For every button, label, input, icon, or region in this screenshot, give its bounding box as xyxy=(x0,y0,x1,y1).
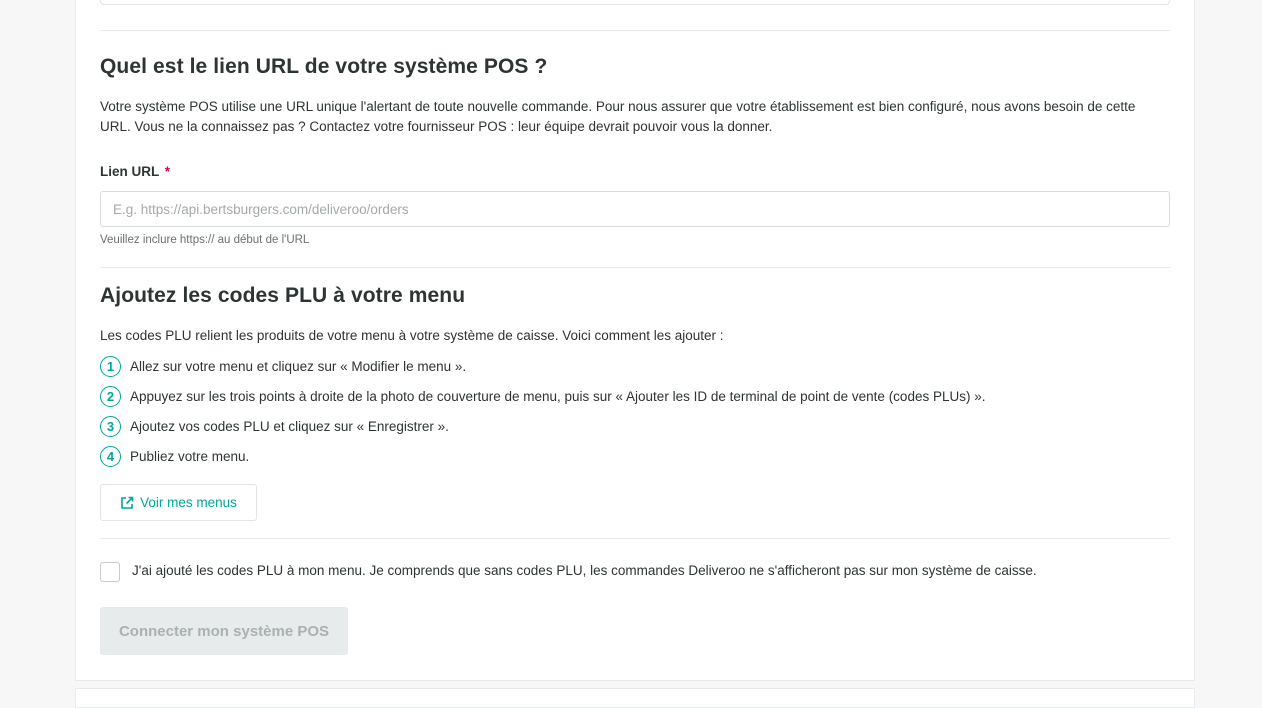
plu-step: 3 Ajoutez vos codes PLU et cliquez sur «… xyxy=(100,415,449,437)
step-number-badge: 2 xyxy=(100,385,121,407)
view-menus-button[interactable]: Voir mes menus xyxy=(100,484,257,521)
pos-setup-card: Quel est le lien URL de votre système PO… xyxy=(75,0,1195,681)
plu-confirmation-label[interactable]: J'ai ajouté les codes PLU à mon menu. Je… xyxy=(132,563,1037,578)
external-link-icon xyxy=(121,496,134,509)
step-text: Allez sur votre menu et cliquez sur « Mo… xyxy=(130,358,467,374)
step-number-badge: 4 xyxy=(100,445,121,467)
plu-confirmation-checkbox[interactable] xyxy=(100,562,120,582)
plu-step: 1 Allez sur votre menu et cliquez sur « … xyxy=(100,355,466,377)
plu-step: 2 Appuyez sur les trois points à droite … xyxy=(100,385,985,407)
step-number-badge: 3 xyxy=(100,415,121,437)
required-marker: * xyxy=(164,164,171,179)
plu-section-title: Ajoutez les codes PLU à votre menu xyxy=(100,284,466,307)
plu-step: 4 Publiez votre menu. xyxy=(100,445,249,467)
section-divider xyxy=(100,30,1170,31)
step-text: Ajoutez vos codes PLU et cliquez sur « E… xyxy=(130,418,449,434)
step-text: Appuyez sur les trois points à droite de… xyxy=(130,388,986,404)
url-input[interactable] xyxy=(100,191,1170,227)
url-hint: Veuillez inclure https:// au début de l'… xyxy=(100,234,310,246)
previous-field-bottom xyxy=(100,0,1170,5)
step-number-badge: 1 xyxy=(100,355,121,377)
url-field-label: Lien URL * xyxy=(100,164,170,179)
connect-pos-button[interactable]: Connecter mon système POS xyxy=(100,607,348,655)
section-divider xyxy=(100,538,1170,539)
step-text: Publiez votre menu. xyxy=(130,448,250,464)
view-menus-label: Voir mes menus xyxy=(140,495,237,510)
url-field-label-text: Lien URL xyxy=(100,164,160,179)
next-card-top xyxy=(75,688,1195,708)
url-section-title: Quel est le lien URL de votre système PO… xyxy=(100,55,548,78)
plu-section-intro: Les codes PLU relient les produits de vo… xyxy=(100,328,724,343)
section-divider xyxy=(100,267,1170,268)
url-section-description: Votre système POS utilise une URL unique… xyxy=(100,99,1136,134)
